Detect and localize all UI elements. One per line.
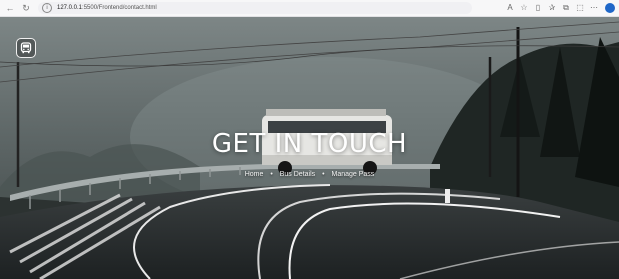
favorite-star-icon[interactable]: ☆ xyxy=(517,4,531,12)
back-arrow-icon[interactable]: ← xyxy=(4,2,16,14)
url-text: 127.0.0.1:5500/Frontend/contact.html xyxy=(57,5,157,11)
read-aloud-icon[interactable]: A xyxy=(503,4,517,12)
breadcrumb-home-link[interactable]: Home xyxy=(245,171,264,178)
browser-toolbar: ← ↻ i 127.0.0.1:5500/Frontend/contact.ht… xyxy=(0,0,619,17)
breadcrumb-manage-pass-link[interactable]: Manage Pass xyxy=(332,171,375,178)
split-screen-icon[interactable]: ▯ xyxy=(531,4,545,12)
page-title: GET IN TOUCH xyxy=(211,129,408,159)
breadcrumb: Home • Bus Details • Manage Pass xyxy=(0,171,619,178)
refresh-icon[interactable]: ↻ xyxy=(20,2,32,14)
more-icon[interactable]: ⋯ xyxy=(587,4,601,12)
breadcrumb-separator: • xyxy=(322,171,325,178)
profile-icon[interactable] xyxy=(605,3,615,13)
extensions-icon[interactable]: ⬚ xyxy=(573,4,587,12)
collections-icon[interactable]: ⧉ xyxy=(559,4,573,12)
bus-icon[interactable] xyxy=(16,38,36,58)
favorites-icon[interactable]: ✰ xyxy=(545,4,559,12)
breadcrumb-bus-details-link[interactable]: Bus Details xyxy=(280,171,315,178)
address-bar[interactable]: i 127.0.0.1:5500/Frontend/contact.html xyxy=(38,2,472,14)
site-info-icon[interactable]: i xyxy=(42,3,52,13)
breadcrumb-separator: • xyxy=(270,171,273,178)
hero-banner: GET IN TOUCH Home • Bus Details • Manage… xyxy=(0,17,619,279)
